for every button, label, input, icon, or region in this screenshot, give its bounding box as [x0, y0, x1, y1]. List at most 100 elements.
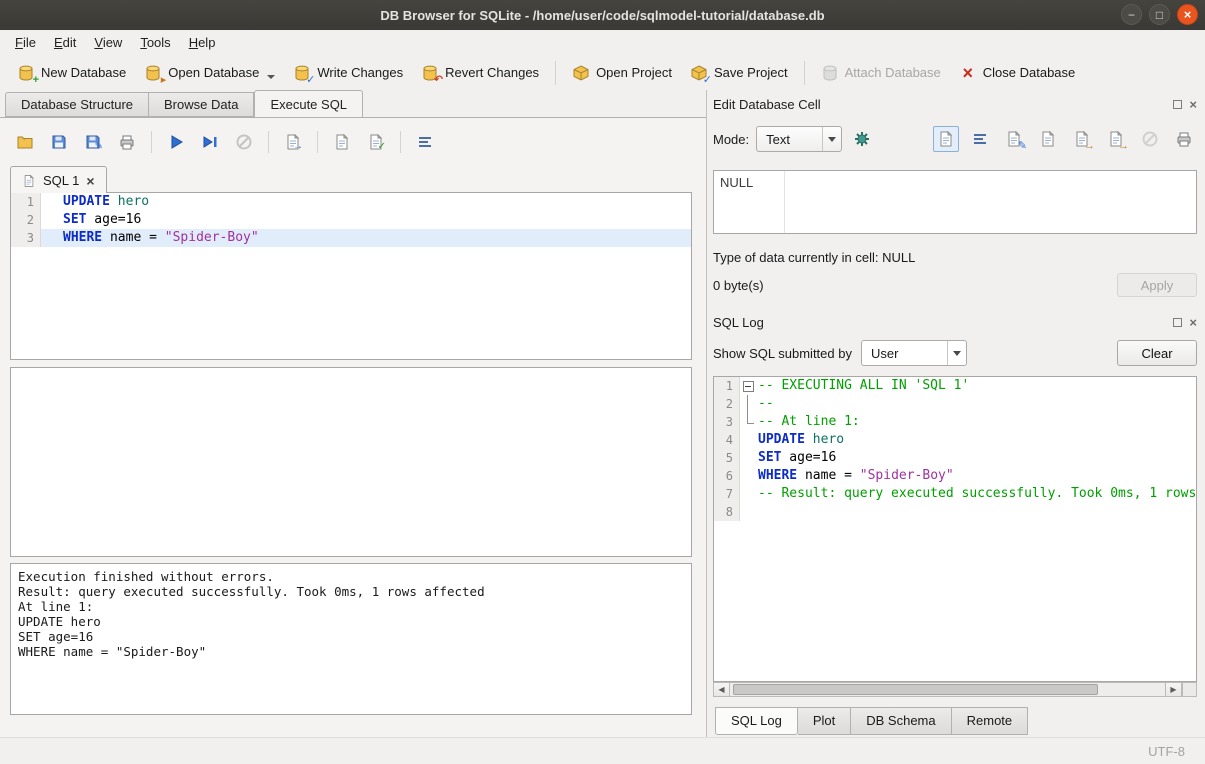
format-sql-button[interactable]	[412, 129, 438, 155]
save-sql-as-button[interactable]: ✎	[80, 129, 106, 155]
close-dock-icon[interactable]: ×	[1189, 318, 1197, 327]
cell-value-editor[interactable]: NULL	[713, 170, 1197, 234]
tab-plot[interactable]: Plot	[798, 707, 851, 735]
find-button[interactable]	[329, 129, 355, 155]
cell-type-info: Type of data currently in cell: NULL	[713, 250, 1197, 265]
export-results-button[interactable]: →	[280, 129, 306, 155]
cell-size-info: 0 byte(s)	[713, 278, 764, 293]
open-project-button[interactable]: Open Project	[563, 60, 681, 86]
close-tab-icon[interactable]: ×	[86, 176, 94, 186]
close-dock-icon[interactable]: ×	[1189, 100, 1197, 109]
close-window-button[interactable]: ×	[1177, 4, 1198, 25]
attach-database-icon	[821, 64, 839, 82]
code-line: 6 WHERE name = "Spider-Boy"	[714, 467, 1196, 485]
export-badge-icon: →	[1118, 141, 1129, 152]
code-text: -- EXECUTING ALL IN 'SQL 1'	[756, 377, 969, 395]
code-text: SET age=16	[41, 211, 141, 229]
scroll-right-button[interactable]: ▶	[1165, 682, 1182, 697]
tab-sql-1[interactable]: SQL 1 ×	[10, 166, 107, 193]
set-null-button[interactable]	[1137, 126, 1163, 152]
edit-badge-icon: ✎	[1018, 141, 1027, 152]
save-sql-file-button[interactable]	[46, 129, 72, 155]
replace-icon: ✓	[367, 133, 385, 151]
export-cell-button[interactable]: →	[1103, 126, 1129, 152]
print-cell-button[interactable]	[1171, 126, 1197, 152]
line-number: 8	[714, 503, 740, 521]
tab-remote[interactable]: Remote	[952, 707, 1029, 735]
mode-select[interactable]: Text	[756, 126, 842, 152]
menu-tools[interactable]: Tools	[131, 31, 179, 54]
code-line: 1UPDATE hero	[11, 193, 691, 211]
execute-current-line-button[interactable]	[197, 129, 223, 155]
cell-mode-row: Mode: Text ✎ → →	[713, 126, 1197, 152]
fold-gutter	[740, 449, 756, 467]
results-grid[interactable]	[10, 367, 692, 557]
mode-label: Mode:	[713, 132, 749, 147]
revert-changes-button[interactable]: ↶ Revert Changes	[412, 60, 548, 86]
sql-log-view[interactable]: 1-- EXECUTING ALL IN 'SQL 1'2--3-- At li…	[713, 376, 1197, 682]
word-wrap-button[interactable]	[967, 126, 993, 152]
tab-database-structure[interactable]: Database Structure	[5, 92, 149, 117]
print-sql-button[interactable]	[114, 129, 140, 155]
close-database-button[interactable]: × Close Database	[950, 61, 1085, 85]
fold-marker-icon[interactable]	[740, 377, 756, 395]
code-text: WHERE name = "Spider-Boy"	[756, 467, 954, 485]
scroll-left-icon: ◀	[718, 685, 724, 694]
right-panel: Edit Database Cell × Mode: Text ✎	[706, 90, 1205, 737]
filter-label: Show SQL submitted by	[713, 346, 852, 361]
menu-file[interactable]: File	[6, 31, 45, 54]
apply-button[interactable]: Apply	[1117, 273, 1197, 297]
code-line: 2--	[714, 395, 1196, 413]
scrollbar-track[interactable]	[730, 682, 1165, 697]
maximize-button[interactable]: □	[1149, 4, 1170, 25]
float-dock-icon[interactable]	[1173, 100, 1182, 109]
open-database-dropdown-icon[interactable]	[267, 75, 275, 79]
submitted-by-select[interactable]: User	[861, 340, 967, 366]
tab-sql-log[interactable]: SQL Log	[715, 707, 798, 735]
main-toolbar: + New Database ▸ Open Database ✓ Write C…	[0, 55, 1205, 90]
stop-execution-button[interactable]	[231, 129, 257, 155]
scroll-left-button[interactable]: ◀	[713, 682, 730, 697]
scrollbar-thumb[interactable]	[733, 684, 1098, 695]
code-line: 2SET age=16	[11, 211, 691, 229]
status-encoding: UTF-8	[1148, 744, 1185, 759]
new-database-button[interactable]: + New Database	[8, 60, 135, 86]
open-badge-icon: ▸	[161, 75, 167, 86]
save-sql-as-icon: ✎	[84, 133, 102, 151]
text-mode-button[interactable]	[933, 126, 959, 152]
minimize-button[interactable]: −	[1121, 4, 1142, 25]
titlebar[interactable]: DB Browser for SQLite - /home/user/code/…	[0, 0, 1205, 30]
execute-all-button[interactable]	[163, 129, 189, 155]
save-project-button[interactable]: ✓ Save Project	[681, 60, 797, 86]
import-cell-button[interactable]: →	[1069, 126, 1095, 152]
edit-cell-button[interactable]: ✎	[1001, 126, 1027, 152]
copy-cell-button[interactable]	[1035, 126, 1061, 152]
sql-editor[interactable]: 1UPDATE hero2SET age=163WHERE name = "Sp…	[10, 192, 692, 360]
code-line: 4UPDATE hero	[714, 431, 1196, 449]
cell-settings-button[interactable]	[849, 126, 875, 152]
replace-button[interactable]: ✓	[363, 129, 389, 155]
line-number: 1	[11, 193, 41, 211]
tab-browse-data[interactable]: Browse Data	[149, 92, 254, 117]
copy-cell-icon	[1039, 130, 1057, 148]
fold-gutter	[740, 485, 756, 503]
attach-database-button[interactable]: Attach Database	[812, 60, 950, 86]
dock-controls: ×	[1173, 100, 1197, 109]
menu-help[interactable]: Help	[180, 31, 225, 54]
tab-db-schema[interactable]: DB Schema	[851, 707, 951, 735]
toolbar-button-label: Close Database	[983, 65, 1076, 80]
tab-execute-sql[interactable]: Execute SQL	[254, 90, 363, 117]
open-sql-file-button[interactable]	[12, 129, 38, 155]
fold-gutter	[740, 431, 756, 449]
execution-status-log: Execution finished without errors. Resul…	[10, 563, 692, 715]
menu-view[interactable]: View	[85, 31, 131, 54]
float-dock-icon[interactable]	[1173, 318, 1182, 327]
menubar: File Edit View Tools Help	[0, 30, 1205, 55]
line-number: 6	[714, 467, 740, 485]
open-database-icon: ▸	[144, 64, 162, 82]
open-database-button[interactable]: ▸ Open Database	[135, 60, 284, 86]
menu-edit[interactable]: Edit	[45, 31, 85, 54]
write-changes-button[interactable]: ✓ Write Changes	[284, 60, 412, 86]
clear-log-button[interactable]: Clear	[1117, 340, 1197, 366]
code-line: 1-- EXECUTING ALL IN 'SQL 1'	[714, 377, 1196, 395]
